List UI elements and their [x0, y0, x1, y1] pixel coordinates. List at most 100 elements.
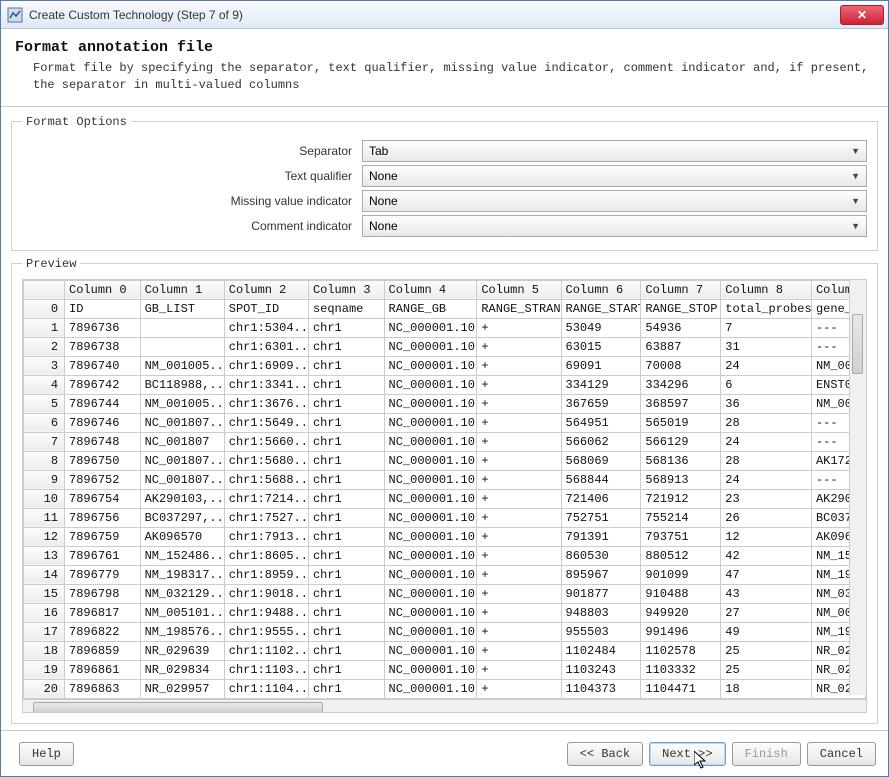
- table-cell: ID: [65, 299, 141, 318]
- column-header[interactable]: Column 4: [384, 280, 477, 299]
- format-options-group: Format Options Separator Tab▼ Text quali…: [11, 115, 878, 251]
- table-cell: NC_001807: [140, 432, 224, 451]
- table-row[interactable]: 177896822NM_198576...chr1:9555...chr1NC_…: [24, 622, 866, 641]
- horizontal-scrollbar[interactable]: [23, 699, 866, 713]
- row-number[interactable]: 2: [24, 337, 65, 356]
- table-row[interactable]: 77896748NC_001807chr1:5660...chr1NC_0000…: [24, 432, 866, 451]
- row-number[interactable]: 14: [24, 565, 65, 584]
- column-header[interactable]: Column 8: [721, 280, 812, 299]
- table-cell: NC_000001.10: [384, 489, 477, 508]
- table-cell: 7896746: [65, 413, 141, 432]
- row-number-header[interactable]: [24, 280, 65, 299]
- separator-select[interactable]: Tab▼: [362, 140, 867, 162]
- row-number[interactable]: 16: [24, 603, 65, 622]
- help-button[interactable]: Help: [19, 742, 74, 766]
- column-header[interactable]: Column 6: [561, 280, 641, 299]
- table-cell: 334129: [561, 375, 641, 394]
- table-row[interactable]: 97896752NC_001807...chr1:5688...chr1NC_0…: [24, 470, 866, 489]
- table-cell: +: [477, 660, 561, 679]
- table-cell: seqname: [308, 299, 384, 318]
- table-row[interactable]: 57896744NM_001005...chr1:3676...chr1NC_0…: [24, 394, 866, 413]
- column-header[interactable]: Column 3: [308, 280, 384, 299]
- table-row[interactable]: 67896746NC_001807...chr1:5649...chr1NC_0…: [24, 413, 866, 432]
- row-number[interactable]: 10: [24, 489, 65, 508]
- column-header[interactable]: Column 0: [65, 280, 141, 299]
- table-row[interactable]: 0IDGB_LISTSPOT_IDseqnameRANGE_GBRANGE_ST…: [24, 299, 866, 318]
- table-cell: 949920: [641, 603, 721, 622]
- missing-value-select[interactable]: None▼: [362, 190, 867, 212]
- table-cell: +: [477, 356, 561, 375]
- table-row[interactable]: 187896859NR_029639chr1:1102...chr1NC_000…: [24, 641, 866, 660]
- table-cell: 7896738: [65, 337, 141, 356]
- next-button[interactable]: Next >>: [649, 742, 725, 766]
- table-row[interactable]: 147896779NM_198317...chr1:8959...chr1NC_…: [24, 565, 866, 584]
- row-number[interactable]: 18: [24, 641, 65, 660]
- header-section: Format annotation file Format file by sp…: [1, 29, 888, 107]
- row-number[interactable]: 1: [24, 318, 65, 337]
- scrollbar-thumb[interactable]: [852, 314, 863, 374]
- table-cell: NC_000001.10: [384, 546, 477, 565]
- table-cell: 7896742: [65, 375, 141, 394]
- scrollbar-thumb[interactable]: [33, 702, 323, 713]
- row-number[interactable]: 20: [24, 679, 65, 698]
- table-cell: 24: [721, 356, 812, 375]
- column-header[interactable]: Column 2: [224, 280, 308, 299]
- table-cell: 793751: [641, 527, 721, 546]
- table-row[interactable]: 157896798NM_032129...chr1:9018...chr1NC_…: [24, 584, 866, 603]
- table-cell: chr1:9488...: [224, 603, 308, 622]
- table-cell: 895967: [561, 565, 641, 584]
- table-cell: 991496: [641, 622, 721, 641]
- row-number[interactable]: 4: [24, 375, 65, 394]
- table-row[interactable]: 127896759AK096570chr1:7913...chr1NC_0000…: [24, 527, 866, 546]
- row-number[interactable]: 8: [24, 451, 65, 470]
- table-cell: NC_000001.10: [384, 660, 477, 679]
- table-row[interactable]: 137896761NM_152486...chr1:8605...chr1NC_…: [24, 546, 866, 565]
- vertical-scrollbar[interactable]: [849, 280, 866, 695]
- table-row[interactable]: 87896750NC_001807...chr1:5680...chr1NC_0…: [24, 451, 866, 470]
- comment-indicator-select[interactable]: None▼: [362, 215, 867, 237]
- table-row[interactable]: 117896756BC037297,...chr1:7527...chr1NC_…: [24, 508, 866, 527]
- titlebar[interactable]: Create Custom Technology (Step 7 of 9) ✕: [1, 1, 888, 29]
- row-number[interactable]: 11: [24, 508, 65, 527]
- row-number[interactable]: 12: [24, 527, 65, 546]
- table-cell: NR_029639: [140, 641, 224, 660]
- column-header[interactable]: Column 5: [477, 280, 561, 299]
- table-row[interactable]: 17896736chr1:5304...chr1NC_000001.10+530…: [24, 318, 866, 337]
- table-cell: 43: [721, 584, 812, 603]
- table-cell: chr1: [308, 318, 384, 337]
- table-cell: RANGE_GB: [384, 299, 477, 318]
- row-number[interactable]: 3: [24, 356, 65, 375]
- row-number[interactable]: 9: [24, 470, 65, 489]
- table-cell: chr1:8959...: [224, 565, 308, 584]
- table-row[interactable]: 37896740NM_001005...chr1:6909...chr1NC_0…: [24, 356, 866, 375]
- row-number[interactable]: 7: [24, 432, 65, 451]
- text-qualifier-select[interactable]: None▼: [362, 165, 867, 187]
- table-cell: NM_005101...: [140, 603, 224, 622]
- column-header[interactable]: Column 1: [140, 280, 224, 299]
- table-row[interactable]: 167896817NM_005101...chr1:9488...chr1NC_…: [24, 603, 866, 622]
- table-cell: +: [477, 318, 561, 337]
- row-number[interactable]: 13: [24, 546, 65, 565]
- row-number[interactable]: 15: [24, 584, 65, 603]
- table-cell: 568913: [641, 470, 721, 489]
- row-number[interactable]: 5: [24, 394, 65, 413]
- back-button[interactable]: << Back: [567, 742, 643, 766]
- row-number[interactable]: 17: [24, 622, 65, 641]
- row-number[interactable]: 6: [24, 413, 65, 432]
- table-row[interactable]: 207896863NR_029957chr1:1104...chr1NC_000…: [24, 679, 866, 698]
- table-cell: +: [477, 337, 561, 356]
- table-cell: chr1:1103...: [224, 660, 308, 679]
- table-cell: NC_001807...: [140, 470, 224, 489]
- table-cell: 1104471: [641, 679, 721, 698]
- cancel-button[interactable]: Cancel: [807, 742, 876, 766]
- table-cell: chr1: [308, 603, 384, 622]
- table-row[interactable]: 27896738chr1:6301...chr1NC_000001.10+630…: [24, 337, 866, 356]
- table-cell: 1103243: [561, 660, 641, 679]
- column-header[interactable]: Column 7: [641, 280, 721, 299]
- table-row[interactable]: 47896742BC118988,...chr1:3341...chr1NC_0…: [24, 375, 866, 394]
- row-number[interactable]: 19: [24, 660, 65, 679]
- table-row[interactable]: 107896754AK290103,...chr1:7214...chr1NC_…: [24, 489, 866, 508]
- table-row[interactable]: 197896861NR_029834chr1:1103...chr1NC_000…: [24, 660, 866, 679]
- close-button[interactable]: ✕: [840, 5, 884, 25]
- row-number[interactable]: 0: [24, 299, 65, 318]
